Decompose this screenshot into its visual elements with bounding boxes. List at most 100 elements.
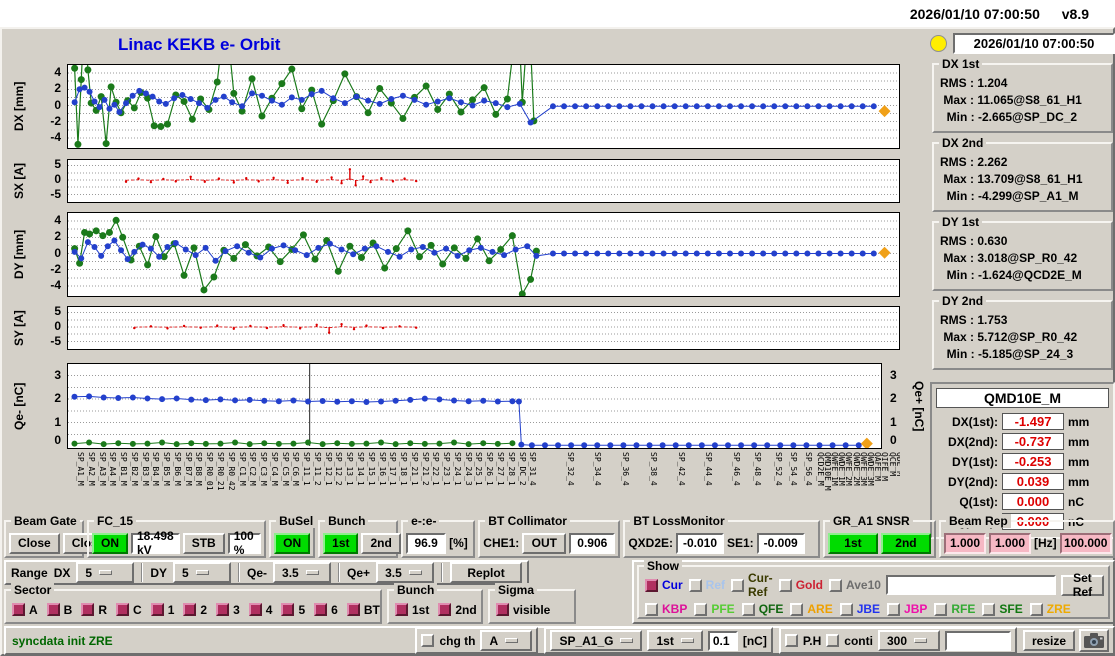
show-pfe-checkbox[interactable] [694, 602, 708, 616]
checkbox-label: B [63, 602, 73, 617]
datetime-display: 2026/01/10 07:00:50 [953, 33, 1115, 54]
show-kbp-checkbox[interactable] [645, 602, 658, 616]
show-gold-checkbox[interactable] [778, 578, 792, 592]
dy-axis-ticks: 4 2 0 -2 -4 [30, 212, 64, 297]
bunch-select-2nd-checkbox-item: 2nd [438, 603, 477, 617]
sector-r-checkbox[interactable] [81, 603, 95, 616]
show-ref-checkbox[interactable] [688, 578, 702, 592]
sector-1-checkbox[interactable] [150, 603, 164, 616]
show-cur-checkbox[interactable] [645, 578, 658, 592]
stat-group: DY 2nd RMS : 1.753 Max : 5.712@SP_R0_42 M… [932, 294, 1113, 370]
bunch-group: Bunch 1st 2nd [318, 514, 401, 558]
set-ref-button[interactable]: Set Ref [1060, 571, 1104, 599]
show-rfe-checkbox[interactable] [934, 602, 948, 616]
x-axis-label: SP_12_2 [334, 452, 344, 486]
replot-button[interactable]: Replot [450, 562, 523, 583]
camera-button[interactable] [1079, 629, 1109, 652]
ph-checkbox[interactable] [784, 634, 798, 647]
busel-on-button[interactable]: ON [274, 532, 311, 554]
beam-rep-value-2: 1.000 [989, 532, 1031, 554]
points-select[interactable]: 300 [877, 630, 940, 651]
sector-a-checkbox[interactable] [12, 603, 25, 616]
x-axis-label: SP_17_1 [388, 452, 398, 486]
gr-a1-2nd-button[interactable]: 2nd [880, 532, 931, 554]
extra-input[interactable] [944, 630, 1011, 651]
threshold-input[interactable] [707, 630, 738, 651]
show-zre-checkbox[interactable] [1029, 602, 1043, 616]
sector-2-checkbox[interactable] [183, 603, 197, 616]
beam-gate-close-1-button[interactable]: Close [9, 532, 60, 554]
x-axis-label: SP_26_1 [485, 452, 495, 486]
axis-tick-label: -5 [50, 187, 61, 201]
show-qfe-checkbox[interactable] [741, 602, 755, 616]
show-ave10-checkbox-item: Ave10 [829, 578, 881, 592]
status-bar: syncdata init ZRE chg th A SP_A1_G 1st [… [4, 626, 1115, 655]
x-axis-label: SP_14_1 [356, 452, 365, 486]
sector-4-checkbox[interactable] [248, 603, 262, 616]
dx-plot-area [67, 64, 900, 149]
show-are-checkbox[interactable] [790, 602, 804, 616]
sp-select[interactable]: SP_A1_G [550, 630, 643, 651]
se1-value: -0.009 [756, 532, 805, 554]
plot-qe: Qe- [nC] 3 2 1 0 3 2 1 0 Qe+ [nC] [2, 363, 932, 449]
show-sfe-checkbox-item: SFE [982, 602, 1023, 616]
x-axis-label: SP_34_4 [593, 452, 603, 486]
show-jbe-checkbox[interactable] [839, 602, 853, 616]
range-qe+-select[interactable]: 3.5 [376, 562, 435, 583]
fc15-on-button[interactable]: ON [92, 532, 128, 554]
range-dy-select[interactable]: 5 [173, 562, 232, 583]
x-axis-label: SP_B5_M [162, 452, 172, 486]
bunch-1st-button[interactable]: 1st [323, 532, 359, 554]
qe-axis-ticks: 3 2 1 0 [30, 363, 64, 449]
resize-button[interactable]: resize [1022, 630, 1075, 651]
show-curref-checkbox[interactable] [731, 578, 745, 592]
sector-bt-checkbox[interactable] [346, 603, 360, 616]
beam-gate-group: Beam Gate Close Close [4, 514, 114, 558]
sector-c-checkbox[interactable] [116, 603, 130, 616]
sector-3-checkbox[interactable] [216, 603, 230, 616]
x-axis-label: SP_22_1 [431, 452, 441, 486]
sector-3-checkbox-item: 3 [216, 603, 240, 617]
sx-axis-ticks: 5 0 -5 [30, 157, 64, 203]
fc15-stb-button[interactable]: STB [182, 532, 225, 554]
axis-tick-label: 5 [54, 304, 61, 318]
x-axis-label: SP_A4_M [108, 452, 118, 486]
show-ave10-checkbox[interactable] [829, 578, 843, 592]
gr-a1-1st-button[interactable]: 1st [827, 532, 878, 554]
range-qe--select[interactable]: 3.5 [273, 562, 332, 583]
checkbox-label: 4 [265, 602, 273, 617]
range-dx-select[interactable]: 5 [76, 562, 135, 583]
bunch-select-1st-checkbox[interactable] [395, 603, 408, 616]
ref-name-input[interactable] [885, 575, 1056, 595]
axis-tick-label: 2 [54, 229, 61, 244]
checkbox-label: Cur [662, 578, 683, 592]
x-axis-label: SP_R0_01 [205, 452, 215, 491]
window-titlebar: 2026/01/10 07:00:50 v8.9 [0, 0, 1115, 27]
axis-tick-label: -4 [50, 277, 61, 292]
qe-minus-axis-label: Qe- [nC] [12, 382, 26, 430]
chg-th-select[interactable]: A [480, 630, 533, 651]
x-axis-label: SP_11_2 [312, 452, 322, 486]
conti-checkbox[interactable] [826, 634, 840, 647]
x-axis-label: SP_13_1 [345, 452, 355, 486]
ee-ratio-value: 96.9 [406, 532, 447, 554]
show-jbp-checkbox[interactable] [887, 602, 901, 616]
chg-th-checkbox[interactable] [421, 634, 435, 647]
sector-5-checkbox[interactable] [281, 603, 295, 616]
sector-b-checkbox[interactable] [46, 603, 60, 616]
sector-6-checkbox[interactable] [314, 603, 328, 616]
x-axis-label: SP_56_4 [804, 452, 814, 486]
dx-axis-label: DX [mm] [12, 81, 26, 132]
x-axis-label: SP_18_1 [399, 452, 409, 486]
show-sfe-checkbox[interactable] [982, 602, 996, 616]
bunch-2nd-button[interactable]: 2nd [361, 532, 401, 554]
che1-out-button[interactable]: OUT [522, 532, 567, 554]
bunch-order-select[interactable]: 1st [647, 630, 703, 651]
acquisition-group: P.H conti 300 [778, 627, 1017, 654]
x-axis-label: SP_DC_2 [517, 452, 527, 486]
sigma-visible-checkbox[interactable] [496, 603, 509, 616]
x-axis-label: SP_21_1 [409, 452, 419, 486]
bt-lossmonitor-group: BT LossMonitor QXD2E: -0.010 SE1: -0.009 [623, 514, 820, 558]
bunch-select-2nd-checkbox[interactable] [438, 603, 452, 616]
plot-dy: DY [mm] 4 2 0 -2 -4 [2, 212, 932, 297]
